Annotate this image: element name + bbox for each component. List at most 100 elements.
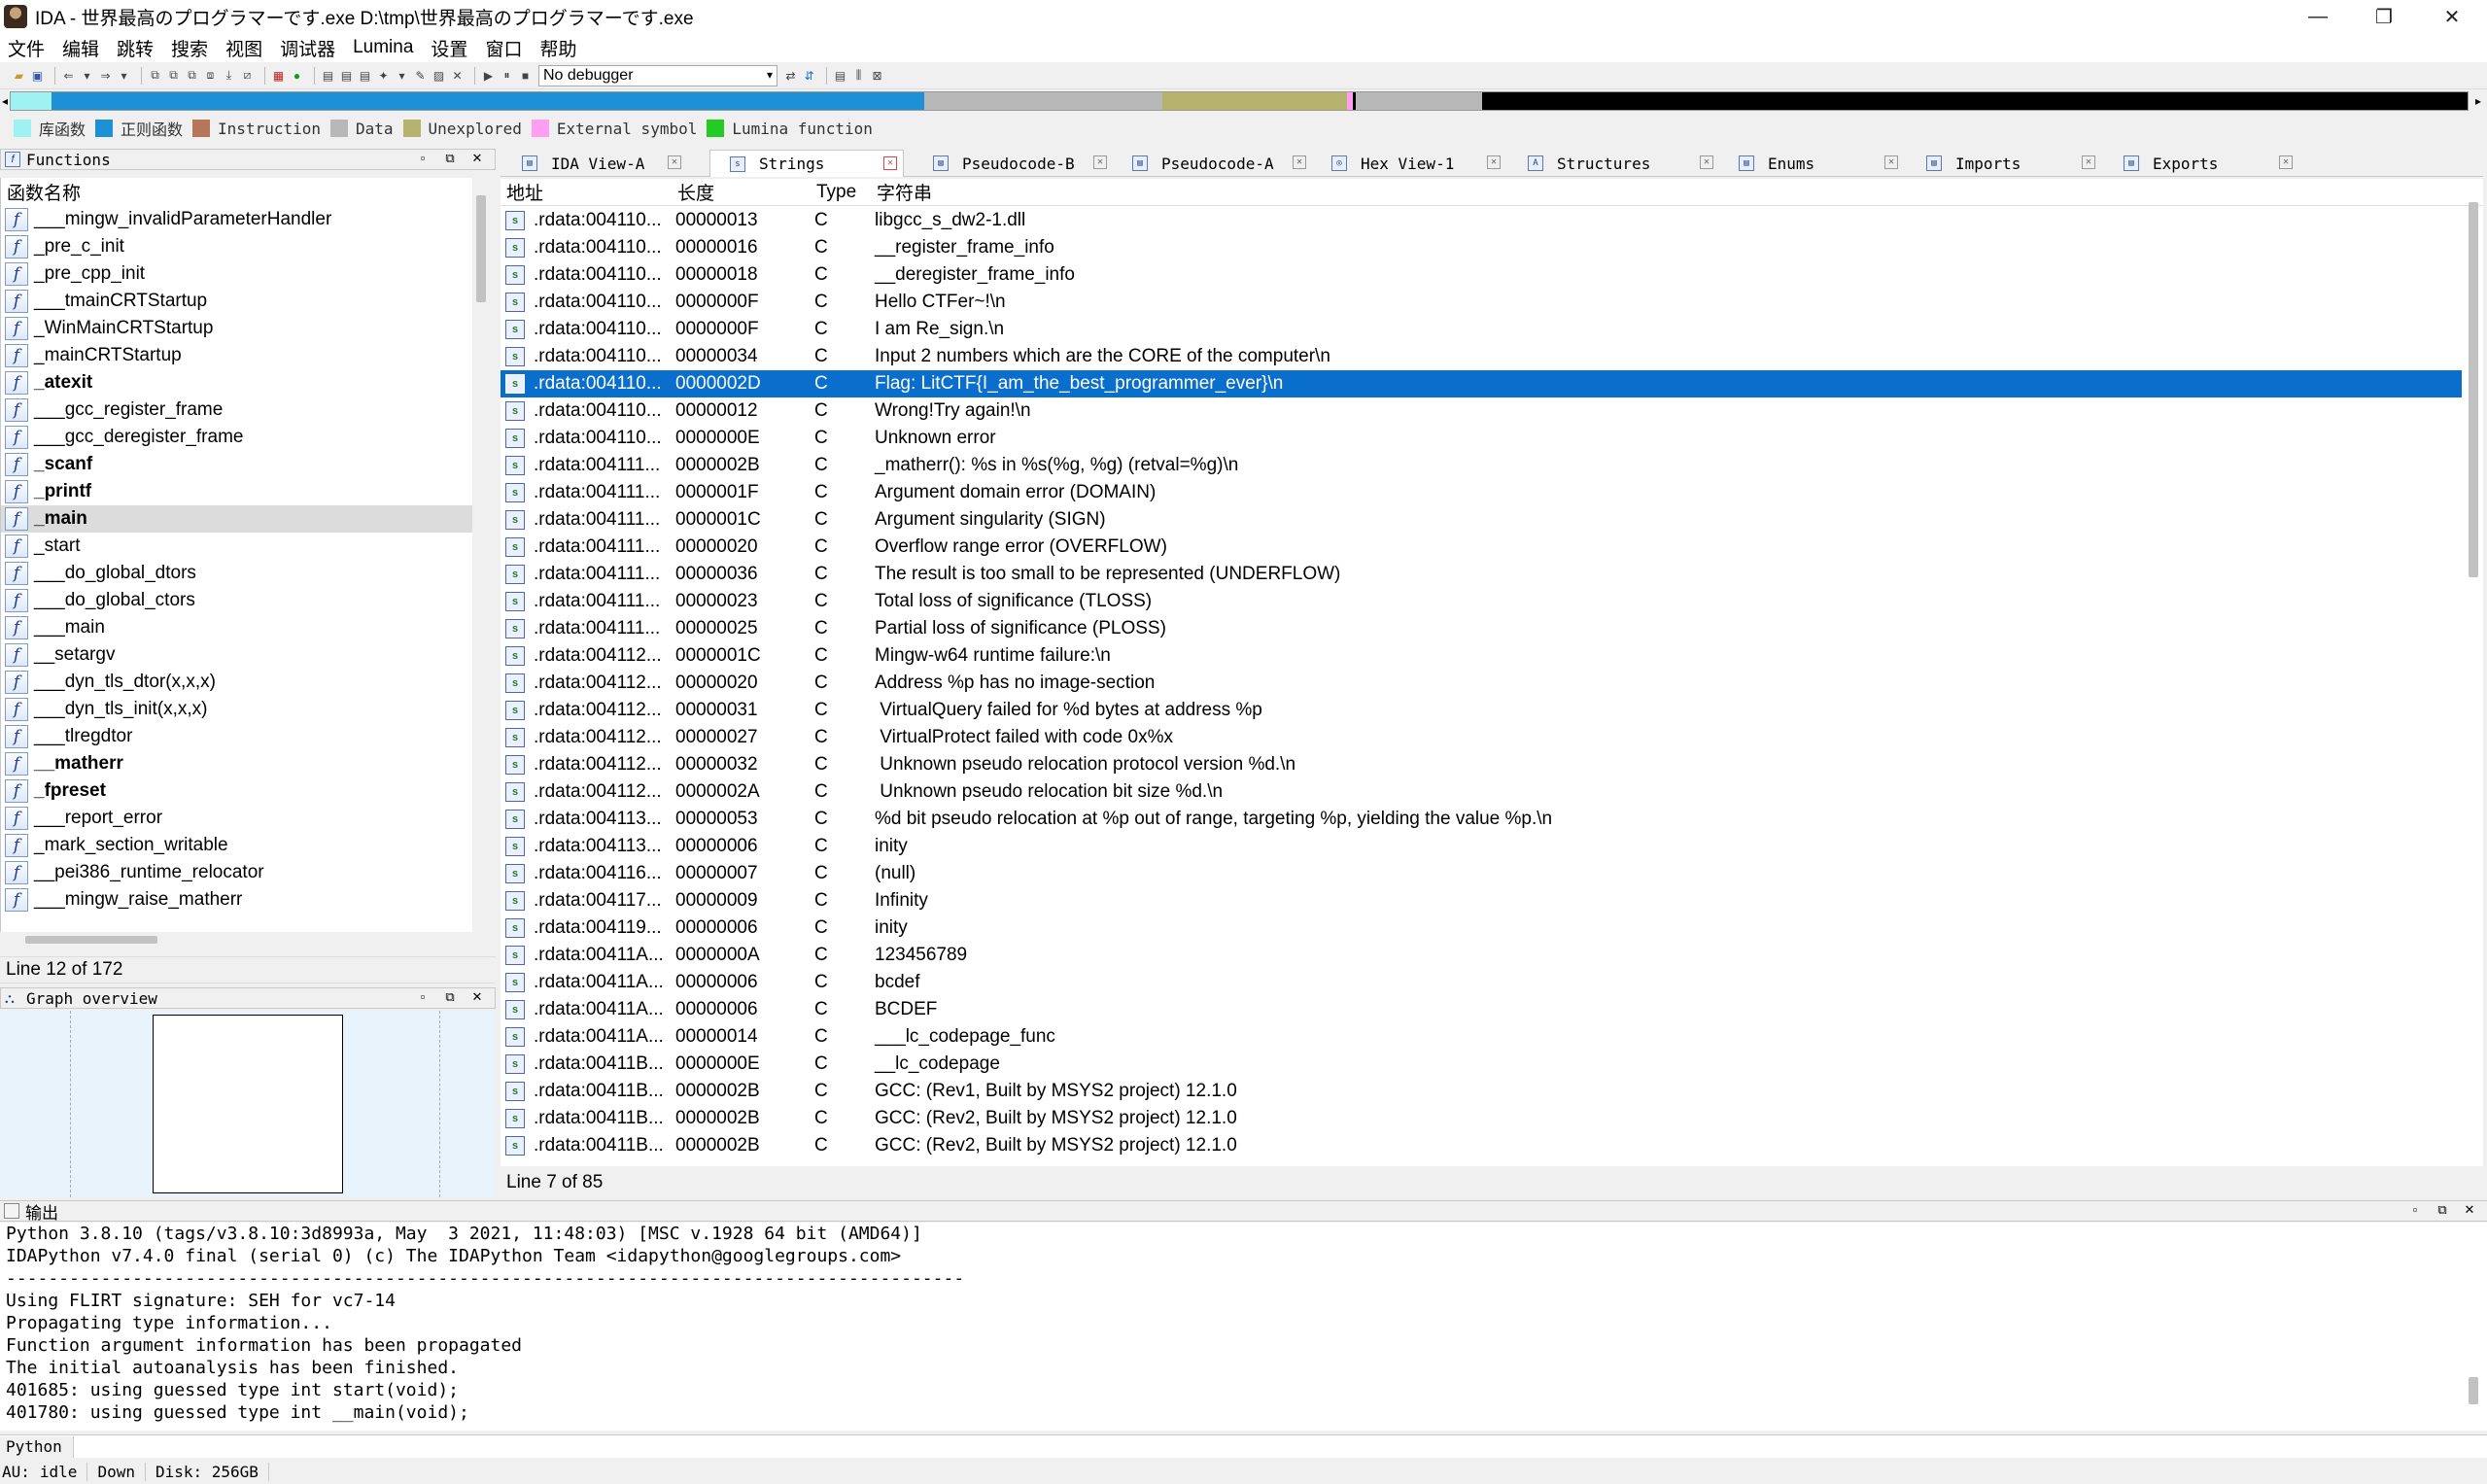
string-row[interactable]: s .rdata:00411A... 00000006 C BCDEF: [501, 996, 2462, 1023]
graph-viewport[interactable]: [153, 1015, 343, 1193]
panel-minimize-icon[interactable]: ▫: [409, 151, 436, 166]
string-row[interactable]: s .rdata:004110... 0000000E C Unknown error: [501, 425, 2462, 452]
tab-close-icon[interactable]: ✕: [668, 155, 681, 169]
tool-icon[interactable]: ✎: [413, 68, 428, 83]
chart-icon[interactable]: ▤: [321, 68, 335, 83]
tab-ida-view-a[interactable]: ▤ IDA View-A ✕: [502, 150, 687, 177]
menu-file[interactable]: 文件: [8, 35, 45, 61]
dropdown-icon[interactable]: ▾: [80, 68, 94, 83]
panel-minimize-icon[interactable]: ▫: [409, 989, 436, 1005]
function-row[interactable]: f ___dyn_tls_init(x,x,x): [1, 696, 472, 723]
attach-icon[interactable]: ⇄: [783, 68, 798, 83]
string-row[interactable]: s .rdata:004112... 00000027 C VirtualProtec…: [501, 724, 2462, 751]
tab-exports[interactable]: ▤ Exports ✕: [2104, 150, 2298, 177]
string-row[interactable]: s .rdata:00411A... 00000014 C ___lc_codepage…: [501, 1023, 2462, 1051]
cli-language-button[interactable]: Python: [0, 1435, 74, 1458]
string-row[interactable]: s .rdata:00411B... 0000002B C GCC: (Rev2, Bu…: [501, 1132, 2462, 1159]
close-button[interactable]: ✕: [2418, 0, 2486, 33]
tab-close-icon[interactable]: ✕: [1293, 155, 1306, 169]
string-row[interactable]: s .rdata:004113... 00000006 Cinity: [501, 833, 2462, 860]
menu-help[interactable]: 帮助: [539, 35, 576, 61]
tab-pseudocode-a[interactable]: ▤ Pseudocode-A ✕: [1113, 150, 1312, 177]
string-row[interactable]: s .rdata:004116... 00000007 C (null): [501, 860, 2462, 887]
type-column[interactable]: Type: [816, 182, 856, 203]
tab-imports[interactable]: ▤ Imports ✕: [1907, 150, 2101, 177]
string-row[interactable]: s .rdata:004111... 00000036 C The result is …: [501, 561, 2462, 588]
function-row[interactable]: f ___mingw_invalidParameterHandler: [1, 206, 472, 233]
tab-close-icon[interactable]: ✕: [1487, 155, 1501, 169]
menu-options[interactable]: 设置: [431, 35, 467, 61]
function-row[interactable]: f ___do_global_dtors: [1, 560, 472, 587]
function-row[interactable]: f ___gcc_register_frame: [1, 397, 472, 424]
tab-close-icon[interactable]: ✕: [2082, 155, 2095, 169]
string-row[interactable]: s .rdata:004112... 00000020 C Address %p has…: [501, 670, 2462, 697]
pause-icon[interactable]: ⏸: [500, 68, 514, 83]
function-row[interactable]: f _atexit: [1, 369, 472, 397]
string-row[interactable]: s .rdata:004111... 0000001F C Argument domai…: [501, 479, 2462, 506]
string-row[interactable]: s .rdata:00411B... 0000000E C __lc_codepage: [501, 1051, 2462, 1078]
tab-close-icon[interactable]: ✕: [1700, 155, 1713, 169]
function-row[interactable]: f ___report_error: [1, 805, 472, 832]
functions-horizontal-scrollbar[interactable]: [25, 936, 157, 944]
string-row[interactable]: s .rdata:004110... 00000018 C __deregister_f…: [501, 261, 2462, 289]
string-row[interactable]: s .rdata:004111... 00000025 C Partial loss o…: [501, 615, 2462, 642]
chart-icon[interactable]: ▤: [339, 68, 354, 83]
minimize-button[interactable]: —: [2284, 0, 2352, 33]
function-row[interactable]: f ___tmainCRTStartup: [1, 288, 472, 315]
dropdown-icon[interactable]: ▾: [395, 68, 409, 83]
cli-input[interactable]: [74, 1435, 2487, 1458]
string-row[interactable]: s .rdata:00411A... 00000006 Cbcdef: [501, 969, 2462, 996]
string-row[interactable]: s .rdata:004110... 00000012 C Wrong!Try agai…: [501, 397, 2462, 425]
tab-strings[interactable]: s Strings ✕: [709, 150, 904, 177]
open-icon[interactable]: ▰: [12, 68, 26, 83]
string-row[interactable]: s .rdata:00411A... 0000000A C 123456789: [501, 942, 2462, 969]
nav-right-arrow-icon[interactable]: ▸: [2472, 91, 2484, 111]
string-row[interactable]: s .rdata:004112... 0000002A C Unknown pseud…: [501, 778, 2462, 806]
menu-search[interactable]: 搜索: [171, 35, 208, 61]
process-icon[interactable]: ⇵: [802, 68, 816, 83]
function-row[interactable]: f ___mingw_raise_matherr: [1, 886, 472, 914]
panel-close-icon[interactable]: ✕: [2456, 1202, 2483, 1218]
menu-jump[interactable]: 跳转: [117, 35, 154, 61]
functions-column-header[interactable]: 函数名称: [1, 178, 472, 205]
graph-icon[interactable]: ▦: [271, 68, 286, 83]
string-row[interactable]: s .rdata:004111... 00000023 C Total loss of …: [501, 588, 2462, 615]
graph-overview-area[interactable]: [0, 1011, 496, 1197]
function-row[interactable]: f _pre_cpp_init: [1, 260, 472, 288]
output-console[interactable]: Python 3.8.10 (tags/v3.8.10:3d8993a, May…: [0, 1223, 2487, 1431]
tab-close-icon[interactable]: ✕: [2279, 155, 2293, 169]
function-row[interactable]: f _fpreset: [1, 777, 472, 805]
tab-structures[interactable]: A Structures ✕: [1508, 150, 1719, 177]
tab-close-icon[interactable]: ✕: [883, 156, 897, 170]
function-row[interactable]: f _scanf: [1, 451, 472, 478]
menu-lumina[interactable]: Lumina: [353, 37, 413, 58]
menu-view[interactable]: 视图: [225, 35, 262, 61]
panel-float-icon[interactable]: ⧉: [2429, 1202, 2456, 1218]
green-circle-icon[interactable]: ●: [290, 68, 304, 83]
function-row[interactable]: f ___do_global_ctors: [1, 587, 472, 614]
list-icon[interactable]: ▤: [833, 68, 847, 83]
string-row[interactable]: s .rdata:004110... 00000034 C Input 2 number…: [501, 343, 2462, 370]
forward-icon[interactable]: ⇒: [98, 68, 113, 83]
image-icon[interactable]: ▨: [432, 68, 446, 83]
strings-view[interactable]: 地址 长度 Type 字符串 s .rdata:004110... 00000013…: [501, 179, 2483, 1166]
tab-enums[interactable]: ▤ Enums ✕: [1719, 150, 1904, 177]
string-column[interactable]: 字符串: [877, 179, 932, 205]
length-column[interactable]: 长度: [677, 179, 714, 205]
back-icon[interactable]: ⇐: [61, 68, 76, 83]
string-row[interactable]: s .rdata:004112... 00000031 C VirtualQuery …: [501, 697, 2462, 724]
tab-close-icon[interactable]: ✕: [1093, 155, 1107, 169]
function-row[interactable]: f ___tlregdtor: [1, 723, 472, 750]
play-icon[interactable]: ▶: [481, 68, 496, 83]
string-row[interactable]: s .rdata:00411B... 0000002B C GCC: (Rev1, Bu…: [501, 1078, 2462, 1105]
strings-vertical-scrollbar[interactable]: [2469, 202, 2478, 577]
function-row[interactable]: f _pre_c_init: [1, 233, 472, 260]
function-row[interactable]: f __pei386_runtime_relocator: [1, 859, 472, 886]
function-row[interactable]: f _mainCRTStartup: [1, 342, 472, 369]
string-row[interactable]: s .rdata:004110... 0000000F C Hello CTFer~!\…: [501, 289, 2462, 316]
maximize-button[interactable]: ❐: [2350, 0, 2418, 33]
string-row[interactable]: s .rdata:004111... 00000020 C Overflow range…: [501, 534, 2462, 561]
tab-pseudocode-b[interactable]: ▤ Pseudocode-B ✕: [914, 150, 1113, 177]
save-icon[interactable]: ▣: [30, 68, 45, 83]
menu-debugger[interactable]: 调试器: [280, 35, 335, 61]
